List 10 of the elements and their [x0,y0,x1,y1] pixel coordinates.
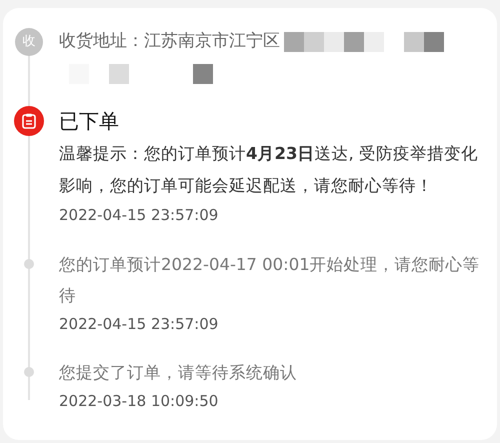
order-placed-icon [14,106,44,136]
timestamp: 2022-04-15 23:57:09 [59,205,220,226]
notice-text: 温馨提示：您的订单预计4月23日送达, 受防疫举措变化影响，您的订单可能会延迟配送，请您耐心等待！ [59,143,479,197]
receive-icon: 收 [15,28,43,56]
status-text: 您提交了订单，请等待系统确认 [59,362,298,384]
timestamp: 2022-03-18 10:09:50 [59,391,220,412]
timestamp: 2022-04-15 23:57:09 [59,314,220,334]
status-title: 已下单 [59,108,120,135]
status-text: 您的订单预计2022-04-17 00:01开始处理，请您耐心等待 [59,254,480,306]
address-text: 收货地址：江苏南京市江宁区 [59,30,280,54]
